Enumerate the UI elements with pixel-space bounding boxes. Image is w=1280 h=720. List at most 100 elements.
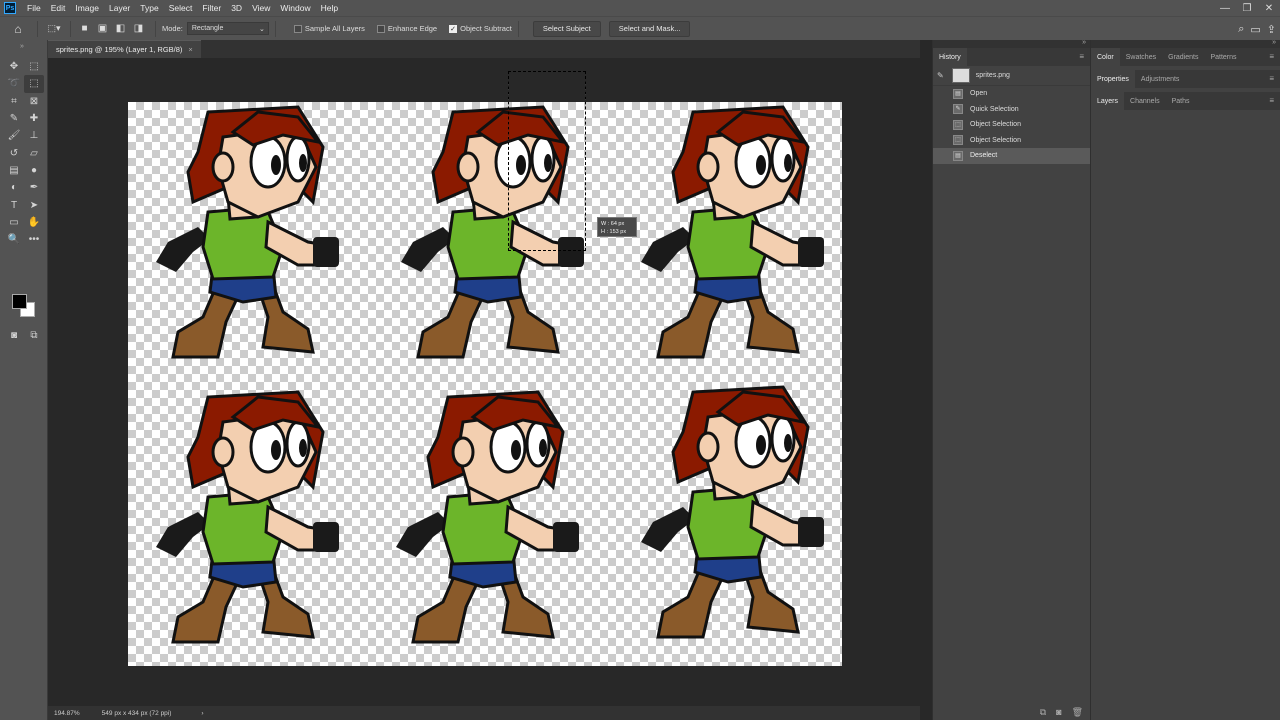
open-document-icon: ▤: [953, 88, 963, 99]
foreground-color-swatch[interactable]: [12, 294, 27, 309]
path-selection-tool-icon[interactable]: ➤: [24, 196, 44, 213]
history-footer: ⧉ ◙ 🗑: [933, 704, 1091, 720]
history-brush-source-icon[interactable]: ✎: [937, 71, 944, 80]
subtract-from-selection-icon[interactable]: ◧: [113, 21, 128, 36]
history-snapshot[interactable]: ✎ sprites.png: [933, 66, 1090, 86]
menu-select[interactable]: Select: [164, 0, 198, 16]
options-right: ⌕ ▭ ⇪: [1232, 17, 1276, 41]
tab-layers[interactable]: Layers: [1091, 92, 1125, 110]
new-document-from-state-icon[interactable]: ⧉: [1040, 707, 1046, 718]
layers-panel-group: Layers Channels Paths ≡: [1091, 92, 1280, 110]
collapse-icon[interactable]: »: [1272, 39, 1276, 46]
tab-swatches[interactable]: Swatches: [1120, 48, 1162, 66]
tab-history[interactable]: History: [933, 48, 967, 66]
search-icon[interactable]: ⌕: [1238, 23, 1244, 36]
object-selection-tool-preset-icon[interactable]: ⬚▾: [44, 21, 64, 37]
eraser-tool-icon[interactable]: ▱: [24, 144, 44, 161]
right-panels: » Color Swatches Gradients Patterns ≡ Pr…: [1090, 39, 1280, 720]
marquee-tool-icon[interactable]: ⬚: [24, 58, 44, 75]
home-icon[interactable]: ⌂: [5, 19, 31, 39]
history-source-slot: [937, 121, 947, 129]
trash-icon[interactable]: 🗑: [1072, 707, 1083, 718]
restore-button[interactable]: ❐: [1236, 0, 1258, 16]
intersect-selection-icon[interactable]: ◨: [131, 21, 146, 36]
tab-gradients[interactable]: Gradients: [1162, 48, 1204, 66]
document-tab[interactable]: sprites.png @ 195% (Layer 1, RGB/8) ×: [48, 40, 201, 58]
close-icon[interactable]: ×: [188, 45, 192, 54]
menu-help[interactable]: Help: [316, 0, 343, 16]
workspace-icon[interactable]: ▭: [1250, 23, 1260, 36]
more-tools-icon[interactable]: •••: [24, 231, 44, 248]
menu-window[interactable]: Window: [275, 0, 315, 16]
lasso-tool-icon[interactable]: ➰: [4, 75, 24, 92]
chevron-right-icon[interactable]: ›: [201, 710, 203, 717]
brush-tool-icon[interactable]: 🖌: [4, 127, 24, 144]
collapse-icon[interactable]: »: [1082, 39, 1086, 46]
add-to-selection-icon[interactable]: ▣: [95, 21, 110, 36]
history-item[interactable]: ▤ Open: [933, 86, 1090, 102]
menu-view[interactable]: View: [247, 0, 275, 16]
history-item[interactable]: ⬚ Object Selection: [933, 133, 1090, 149]
hand-tool-icon[interactable]: ✋: [24, 214, 44, 231]
panel-menu-icon[interactable]: ≡: [1269, 52, 1274, 61]
menu-3d[interactable]: 3D: [226, 0, 247, 16]
document-tab-bar: sprites.png @ 195% (Layer 1, RGB/8) ×: [48, 40, 920, 58]
crop-tool-icon[interactable]: ⌗: [4, 93, 24, 110]
tab-patterns[interactable]: Patterns: [1204, 48, 1242, 66]
minimize-button[interactable]: —: [1214, 0, 1236, 16]
mode-select[interactable]: Rectangle ⌄: [186, 22, 269, 35]
share-icon[interactable]: ⇪: [1267, 23, 1276, 36]
canvas[interactable]: [128, 102, 842, 666]
camera-icon[interactable]: ◙: [1056, 707, 1061, 717]
checkbox-box[interactable]: [293, 24, 302, 33]
new-selection-icon[interactable]: ■: [77, 21, 92, 36]
pen-tool-icon[interactable]: ✒: [24, 179, 44, 196]
panel-menu-icon[interactable]: ≡: [1079, 52, 1084, 61]
checkbox-checked[interactable]: ✓: [449, 24, 458, 33]
zoom-level[interactable]: 194.87%: [54, 710, 80, 717]
history-brush-tool-icon[interactable]: ↺: [4, 144, 24, 161]
gradient-tool-icon[interactable]: ▤: [4, 162, 24, 179]
sample-all-layers-checkbox[interactable]: Sample All Layers: [293, 24, 365, 33]
frame-tool-icon[interactable]: ⊠: [24, 93, 44, 110]
type-tool-icon[interactable]: T: [4, 196, 24, 213]
menu-edit[interactable]: Edit: [46, 0, 71, 16]
healing-brush-tool-icon[interactable]: ✚: [24, 110, 44, 127]
collapse-icon[interactable]: »: [20, 43, 24, 50]
history-item[interactable]: ✎ Quick Selection: [933, 102, 1090, 118]
eyedropper-tool-icon[interactable]: ✎: [4, 110, 24, 127]
object-selection-tool-icon[interactable]: ⬚: [24, 75, 44, 93]
select-subject-button[interactable]: Select Subject: [532, 20, 601, 37]
menu-file[interactable]: File: [22, 0, 46, 16]
tab-adjustments[interactable]: Adjustments: [1135, 70, 1186, 88]
panel-menu-icon[interactable]: ≡: [1269, 74, 1274, 83]
menu-filter[interactable]: Filter: [197, 0, 226, 16]
tab-paths[interactable]: Paths: [1166, 92, 1196, 110]
screen-mode-icon[interactable]: ⧉: [28, 329, 40, 341]
history-item-label: Object Selection: [970, 136, 1021, 144]
panel-menu-icon[interactable]: ≡: [1269, 96, 1274, 105]
history-item[interactable]: ⬚ Object Selection: [933, 117, 1090, 133]
history-item-selected[interactable]: ▤ Deselect: [933, 148, 1090, 164]
move-tool-icon[interactable]: ✥: [4, 58, 24, 75]
close-button[interactable]: ✕: [1258, 0, 1280, 16]
clone-stamp-tool-icon[interactable]: ⊥: [24, 127, 44, 144]
document-tab-title: sprites.png @ 195% (Layer 1, RGB/8): [56, 45, 183, 54]
tab-channels[interactable]: Channels: [1124, 92, 1166, 110]
menu-image[interactable]: Image: [70, 0, 104, 16]
window-controls: — ❐ ✕: [1214, 0, 1280, 16]
tab-properties[interactable]: Properties: [1091, 70, 1135, 88]
enhance-edge-checkbox[interactable]: Enhance Edge: [376, 24, 437, 33]
tab-color[interactable]: Color: [1091, 48, 1120, 66]
menu-layer[interactable]: Layer: [104, 0, 135, 16]
checkbox-box[interactable]: [376, 24, 385, 33]
menu-type[interactable]: Type: [135, 0, 163, 16]
object-subtract-checkbox[interactable]: ✓ Object Subtract: [449, 24, 512, 33]
quick-mask-icon[interactable]: ◙: [8, 329, 20, 341]
selection-marquee: [508, 71, 586, 251]
zoom-tool-icon[interactable]: 🔍: [4, 231, 24, 248]
rectangle-tool-icon[interactable]: ▭: [4, 214, 24, 231]
blur-tool-icon[interactable]: ●: [24, 162, 44, 179]
select-and-mask-button[interactable]: Select and Mask...: [608, 20, 691, 37]
dodge-tool-icon[interactable]: ◐: [4, 179, 24, 196]
